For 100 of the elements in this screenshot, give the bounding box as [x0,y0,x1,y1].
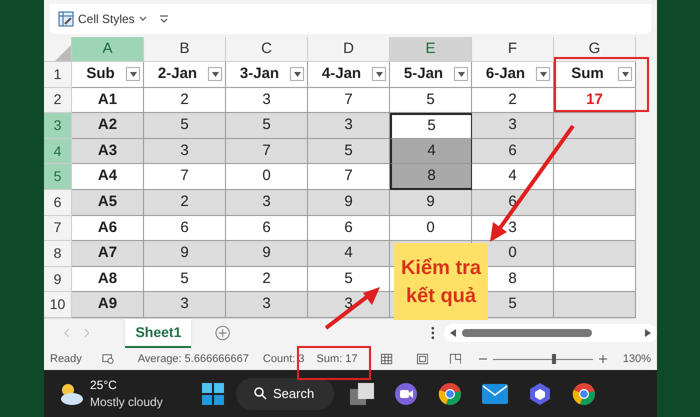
table-cell[interactable]: A8 [72,266,144,292]
table-cell[interactable]: 2 [226,266,308,292]
row-header[interactable]: 5 [44,164,72,190]
table-cell[interactable]: 7 [308,88,390,114]
row-header[interactable]: 6 [44,190,72,216]
table-cell[interactable]: A5 [72,190,144,216]
filter-button[interactable] [126,67,140,82]
table-cell[interactable]: 0 [226,164,308,190]
row-header[interactable]: 2 [44,88,72,114]
header-cell[interactable]: Sum [554,62,636,88]
column-header[interactable]: G [554,37,636,62]
table-cell[interactable]: 3 [226,292,308,318]
table-cell[interactable]: A2 [72,113,144,139]
filter-button[interactable] [618,67,632,82]
table-cell[interactable]: A9 [72,292,144,318]
filter-button[interactable] [290,67,304,82]
row-header[interactable]: 1 [44,62,72,88]
table-cell[interactable]: 4 [472,164,554,190]
table-cell[interactable]: A3 [72,138,144,164]
mail-icon[interactable] [482,384,508,404]
search-box[interactable]: Search [236,378,334,410]
hexagon-app-icon[interactable] [528,382,552,406]
chat-icon[interactable] [394,382,418,406]
zoom-in-icon[interactable] [598,355,607,363]
normal-view-icon[interactable] [381,353,393,365]
table-cell[interactable] [554,138,636,164]
accessibility-icon[interactable] [102,353,114,365]
table-cell[interactable]: 3 [226,190,308,216]
horizontal-scrollbar[interactable] [444,324,657,342]
table-cell[interactable]: 9 [308,190,390,216]
column-header[interactable]: A [72,37,144,62]
table-cell[interactable]: 3 [144,138,226,164]
table-cell[interactable]: A6 [72,216,144,242]
table-cell[interactable]: A1 [72,88,144,114]
table-cell[interactable] [554,216,636,242]
table-cell[interactable]: 5 [308,266,390,292]
task-view-icon[interactable] [350,382,374,404]
scrollbar-thumb[interactable] [462,329,592,338]
table-cell[interactable]: 5 [308,138,390,164]
table-cell[interactable] [554,164,636,190]
row-header[interactable]: 9 [44,266,72,292]
table-cell[interactable] [554,190,636,216]
column-header[interactable]: C [226,37,308,62]
weather-icon[interactable] [58,382,84,406]
row-header[interactable]: 4 [44,138,72,164]
sheet-tab[interactable]: Sheet1 [125,318,192,348]
table-cell[interactable]: A4 [72,164,144,190]
table-cell[interactable]: 9 [144,241,226,267]
table-cell[interactable]: 5 [144,266,226,292]
column-header[interactable]: F [472,37,554,62]
table-cell[interactable]: A7 [72,241,144,267]
row-header[interactable]: 3 [44,113,72,139]
table-cell[interactable]: 3 [472,113,554,139]
slider-thumb[interactable] [552,354,556,364]
filter-button[interactable] [454,67,468,82]
table-cell[interactable]: 7 [226,138,308,164]
zoom-percent[interactable]: 130% [622,350,651,368]
add-sheet-icon[interactable] [215,325,231,342]
column-header[interactable]: B [144,37,226,62]
filter-button[interactable] [208,67,222,82]
page-layout-icon[interactable] [416,353,428,365]
page-break-icon[interactable] [450,353,461,365]
cell-styles-button[interactable]: Cell Styles [58,10,147,28]
table-cell[interactable]: 3 [308,113,390,139]
header-cell[interactable]: 3-Jan [226,62,308,88]
table-cell[interactable] [554,292,636,318]
table-cell[interactable]: 5 [390,88,472,114]
browser-icon[interactable] [438,382,462,406]
table-cell[interactable]: 2 [144,190,226,216]
header-cell[interactable]: 4-Jan [308,62,390,88]
column-header[interactable]: E [390,37,472,62]
table-cell[interactable]: 6 [308,216,390,242]
header-cell[interactable]: 2-Jan [144,62,226,88]
header-cell[interactable]: Sub [72,62,144,88]
table-cell[interactable]: 2 [144,88,226,114]
zoom-slider[interactable] [492,354,593,364]
table-cell[interactable]: 8 [390,164,472,190]
table-cell[interactable]: 5 [226,113,308,139]
more-options-icon[interactable] [430,326,434,340]
table-cell[interactable]: 7 [144,164,226,190]
table-cell[interactable]: 4 [390,138,472,164]
filter-button[interactable] [372,67,386,82]
table-cell[interactable]: 4 [308,241,390,267]
table-cell[interactable]: 0 [390,216,472,242]
scroll-left-icon[interactable] [450,329,456,338]
customize-toolbar-icon[interactable] [158,14,169,24]
header-cell[interactable]: 6-Jan [472,62,554,88]
table-cell[interactable]: 9 [390,190,472,216]
row-header[interactable]: 7 [44,216,72,242]
table-cell[interactable]: 6 [144,216,226,242]
scroll-right-icon[interactable] [645,329,651,338]
row-header[interactable]: 8 [44,241,72,267]
table-cell[interactable]: 7 [308,164,390,190]
table-cell[interactable]: 9 [226,241,308,267]
table-cell[interactable] [554,241,636,267]
table-cell[interactable] [554,266,636,292]
table-cell[interactable]: 6 [472,138,554,164]
table-cell[interactable]: 6 [226,216,308,242]
table-cell[interactable]: 3 [144,292,226,318]
table-cell[interactable]: 2 [472,88,554,114]
